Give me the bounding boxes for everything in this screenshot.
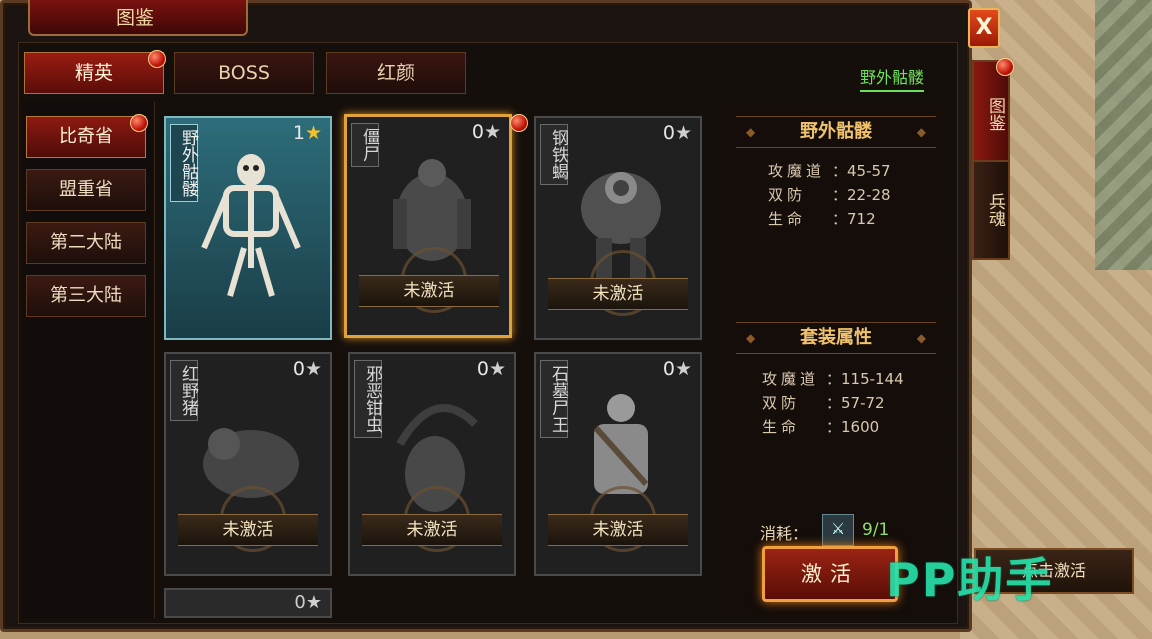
watermark-logo: PP助手 <box>886 553 1054 607</box>
side-tab-soldier-soul[interactable]: 兵魂 <box>972 160 1010 260</box>
notification-dot-icon <box>130 114 148 132</box>
monster-card[interactable]: 钢铁蝎 0★ 未激活 <box>534 116 702 340</box>
stat-value: 22-28 <box>847 186 891 204</box>
star-icon: ★ <box>304 122 322 144</box>
star-icon: ★ <box>674 358 692 380</box>
stat-label: 生命 <box>762 418 801 436</box>
star-count: 0 <box>662 122 675 144</box>
card-stars: 0★ <box>663 122 692 144</box>
stat-row: 攻魔道 ：45-57 <box>768 162 891 180</box>
sidebar-item-label: 盟重省 <box>59 179 113 200</box>
star-icon: ★ <box>305 592 322 613</box>
monster-card[interactable]: 邪恶钳虫 0★ 未激活 <box>348 352 516 576</box>
set-attributes-title: 套装属性 <box>736 322 936 354</box>
stat-label: 生命 <box>768 210 807 228</box>
tab-boss[interactable]: BOSS <box>174 52 314 94</box>
status-label: 未激活 <box>548 514 688 546</box>
skeleton-monster-image <box>201 154 301 297</box>
stat-label: 双防 <box>762 394 801 412</box>
card-name: 钢铁蝎 <box>540 124 568 185</box>
card-stars: 1★ <box>293 122 322 144</box>
star-count: 1 <box>292 122 305 144</box>
card-stars: 0★ <box>294 592 322 613</box>
tab-beauty[interactable]: 红颜 <box>326 52 466 94</box>
star-icon: ★ <box>488 358 506 380</box>
tab-beauty-label: 红颜 <box>376 62 415 84</box>
notification-dot-icon <box>148 50 166 68</box>
star-icon: ★ <box>483 121 501 143</box>
consume-value: 9/1 <box>862 520 890 540</box>
consume-label: 消耗： <box>760 524 809 543</box>
card-name: 僵尸 <box>351 123 379 167</box>
tab-elite[interactable]: 精英 <box>24 52 164 94</box>
tab-boss-label: BOSS <box>218 62 270 84</box>
side-tab-label: 图鉴 <box>985 97 1005 131</box>
tab-elite-label: 精英 <box>74 62 113 84</box>
monster-card[interactable]: 0★ <box>164 588 332 618</box>
sidebar-item-mengzhong[interactable]: 盟重省 <box>26 169 146 211</box>
card-name: 石墓尸王 <box>540 360 568 438</box>
status-label: 未激活 <box>359 275 499 307</box>
star-count: 0 <box>292 358 305 380</box>
card-stars: 0★ <box>472 121 501 143</box>
stat-value: 57-72 <box>841 394 885 412</box>
monster-stats-title: 野外骷髅 <box>736 116 936 148</box>
sidebar-item-continent-3[interactable]: 第三大陆 <box>26 275 146 317</box>
material-item-icon: ⚔ <box>822 514 854 546</box>
monster-card[interactable]: 石墓尸王 0★ 未激活 <box>534 352 702 576</box>
card-stars: 0★ <box>663 358 692 380</box>
star-count: 0 <box>471 121 484 143</box>
star-count: 0 <box>476 358 489 380</box>
star-icon: ★ <box>304 358 322 380</box>
status-label: 未激活 <box>178 514 318 546</box>
stone-wall-terrain <box>1095 0 1152 270</box>
sidebar-item-label: 比奇省 <box>59 126 113 147</box>
stat-label: 双防 <box>768 186 807 204</box>
monster-card[interactable]: 野外骷髅 1★ <box>164 116 332 340</box>
star-icon: ★ <box>674 122 692 144</box>
card-name: 野外骷髅 <box>170 124 198 202</box>
stat-value: 712 <box>847 210 876 228</box>
close-button[interactable]: X <box>968 8 1000 48</box>
card-stars: 0★ <box>477 358 506 380</box>
stat-row: 生命 ：1600 <box>762 418 880 436</box>
status-label: 未激活 <box>548 278 688 310</box>
activate-button[interactable]: 激活 <box>762 546 898 602</box>
stat-value: 115-144 <box>841 370 904 388</box>
status-label: 未激活 <box>362 514 502 546</box>
card-name: 邪恶钳虫 <box>354 360 382 438</box>
card-stars: 0★ <box>293 358 322 380</box>
notification-dot-icon <box>510 114 528 132</box>
stat-value: 45-57 <box>847 162 891 180</box>
notification-dot-icon <box>996 58 1014 76</box>
wild-skeleton-link[interactable]: 野外骷髅 <box>860 64 925 92</box>
window-title: 图鉴 <box>28 0 248 36</box>
stat-row: 生命 ：712 <box>768 210 876 228</box>
sidebar-item-continent-2[interactable]: 第二大陆 <box>26 222 146 264</box>
sidebar-item-biqi[interactable]: 比奇省 <box>26 116 146 158</box>
card-name: 红野猪 <box>170 360 198 421</box>
stat-value: 1600 <box>841 418 880 436</box>
stat-row: 双防 ：57-72 <box>762 394 885 412</box>
star-count: 0 <box>662 358 675 380</box>
stat-label: 攻魔道 <box>768 162 826 180</box>
star-count: 0 <box>294 592 306 613</box>
monster-card[interactable]: 红野猪 0★ 未激活 <box>164 352 332 576</box>
monster-card[interactable]: 僵尸 0★ 未激活 <box>344 114 512 338</box>
stat-label: 攻魔道 <box>762 370 820 388</box>
sidebar-item-label: 第二大陆 <box>50 232 122 253</box>
side-tab-collection[interactable]: 图鉴 <box>972 60 1010 168</box>
stat-row: 攻魔道 ：115-144 <box>762 370 904 388</box>
side-tab-label: 兵魂 <box>985 193 1005 227</box>
stat-row: 双防 ：22-28 <box>768 186 891 204</box>
sidebar-item-label: 第三大陆 <box>50 285 122 306</box>
